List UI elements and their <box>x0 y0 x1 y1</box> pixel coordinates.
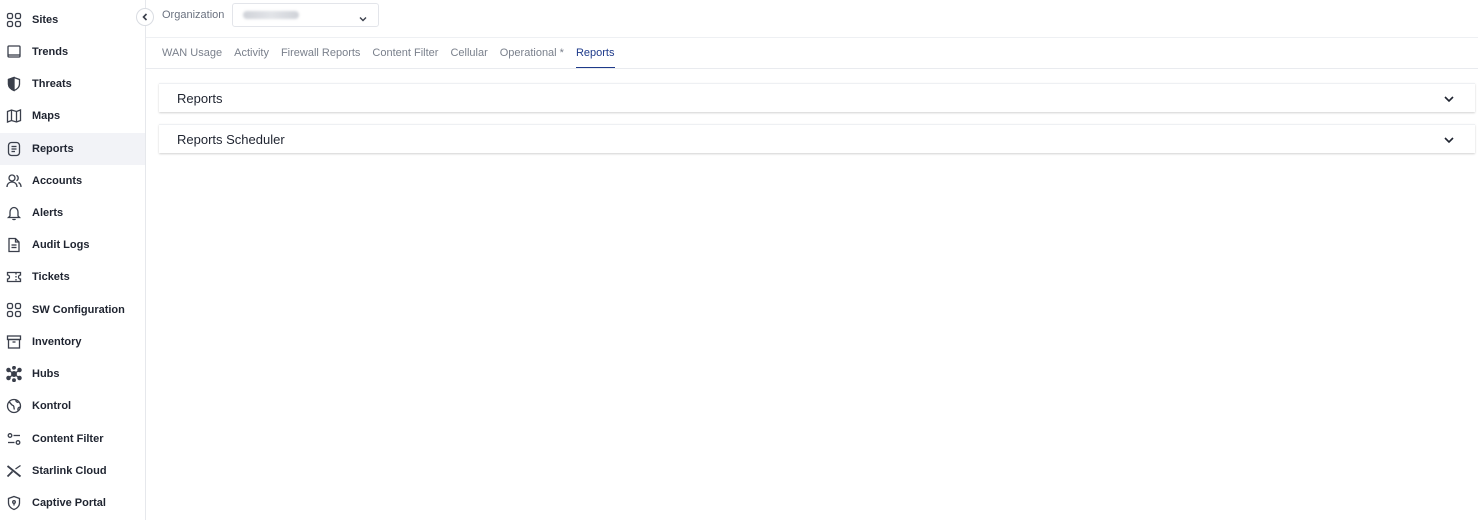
users-icon <box>6 173 22 189</box>
report-tabs: WAN Usage Activity Firewall Reports Cont… <box>162 46 627 69</box>
grid-icon <box>6 12 22 28</box>
sidebar-item-alerts[interactable]: Alerts <box>0 197 145 229</box>
document-icon <box>6 237 22 253</box>
sidebar-item-label: Hubs <box>32 368 60 380</box>
chevron-down-icon <box>358 11 368 22</box>
map-icon <box>6 108 22 124</box>
sidebar-item-content-filter[interactable]: Content Filter <box>0 423 145 455</box>
sidebar-item-threats[interactable]: Threats <box>0 68 145 100</box>
tabs-divider <box>146 68 1478 69</box>
globe-icon <box>6 398 22 414</box>
sidebar-item-sites[interactable]: Sites <box>0 4 145 36</box>
header-divider <box>146 37 1478 38</box>
starlink-x-icon <box>6 463 22 479</box>
sidebar-item-starlink-cloud[interactable]: Starlink Cloud <box>0 455 145 487</box>
sidebar-item-label: Captive Portal <box>32 497 106 509</box>
hub-icon <box>6 366 22 382</box>
chevron-down-icon <box>1443 92 1455 104</box>
sidebar-item-inventory[interactable]: Inventory <box>0 326 145 358</box>
panel-title: Reports <box>177 90 223 106</box>
tab-activity[interactable]: Activity <box>234 46 269 69</box>
sidebar-item-trends[interactable]: Trends <box>0 36 145 68</box>
filter-sliders-icon <box>6 431 22 447</box>
organization-select[interactable] <box>232 3 379 27</box>
ticket-icon <box>6 269 22 285</box>
chevron-left-icon <box>142 13 148 21</box>
sidebar-item-captive-portal[interactable]: Captive Portal <box>0 487 145 519</box>
grid-icon <box>6 302 22 318</box>
sidebar-item-label: Reports <box>32 143 74 155</box>
sidebar-item-label: Audit Logs <box>32 239 90 251</box>
sidebar-item-accounts[interactable]: Accounts <box>0 165 145 197</box>
sidebar-item-label: Threats <box>32 78 72 90</box>
shield-half-icon <box>6 76 22 92</box>
sidebar-item-label: Maps <box>32 110 61 122</box>
sidebar-item-label: Trends <box>32 46 69 58</box>
tab-reports[interactable]: Reports <box>575 46 615 69</box>
sidebar-item-tickets[interactable]: Tickets <box>0 261 145 293</box>
sidebar-item-kontrol[interactable]: Kontrol <box>0 390 145 422</box>
reports-panel-header[interactable]: Reports <box>159 83 1475 112</box>
tab-wan-usage[interactable]: WAN Usage <box>162 46 222 69</box>
sidebar-item-label: Tickets <box>32 271 70 283</box>
archive-icon <box>6 334 22 350</box>
organization-label: Organization <box>162 9 225 21</box>
tab-operational[interactable]: Operational * <box>500 46 564 69</box>
shield-lock-icon <box>6 495 22 511</box>
chevron-down-icon <box>1443 133 1455 145</box>
sidebar-item-maps[interactable]: Maps <box>0 100 145 132</box>
tab-content-filter[interactable]: Content Filter <box>372 46 438 69</box>
sidebar-item-label: Inventory <box>32 336 82 348</box>
sidebar-item-label: Starlink Cloud <box>32 465 107 477</box>
panel-title: Reports Scheduler <box>177 131 285 147</box>
monitor-icon <box>6 44 22 60</box>
collapse-sidebar-button[interactable] <box>136 8 154 26</box>
sidebar-item-label: Accounts <box>32 175 83 187</box>
sidebar-item-sw-configuration[interactable]: SW Configuration <box>0 294 145 326</box>
tab-firewall-reports[interactable]: Firewall Reports <box>281 46 360 69</box>
report-icon <box>6 141 22 157</box>
sidebar: Sites Trends Threats Maps Reports Accoun… <box>0 0 146 520</box>
reports-scheduler-panel-header[interactable]: Reports Scheduler <box>159 124 1475 153</box>
bell-icon <box>6 205 22 221</box>
tab-cellular[interactable]: Cellular <box>450 46 487 69</box>
sidebar-item-reports[interactable]: Reports <box>0 133 145 165</box>
sidebar-item-label: Content Filter <box>32 433 104 445</box>
sidebar-item-hubs[interactable]: Hubs <box>0 358 145 390</box>
sidebar-item-label: Sites <box>32 14 59 26</box>
sidebar-item-label: SW Configuration <box>32 304 125 316</box>
sidebar-item-label: Alerts <box>32 207 64 219</box>
sidebar-item-label: Kontrol <box>32 400 72 412</box>
sidebar-item-audit-logs[interactable]: Audit Logs <box>0 229 145 261</box>
organization-value-redacted <box>243 11 299 19</box>
